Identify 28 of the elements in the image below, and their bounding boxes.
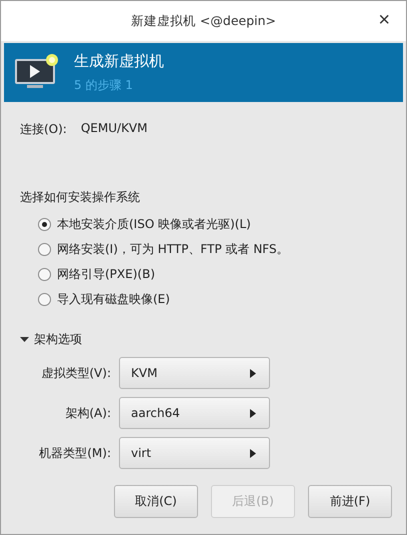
caret-icon xyxy=(250,368,256,378)
dialog-button[interactable]: 取消(C) xyxy=(114,485,198,518)
install-method-heading: 选择如何安装操作系统 xyxy=(20,189,141,206)
radio-option[interactable]: 导入现有磁盘映像(E) xyxy=(38,287,406,312)
window-title: 新建虚拟机 <@deepin> xyxy=(130,12,276,30)
banner-title: 生成新虚拟机 xyxy=(74,52,164,70)
radio-option[interactable]: 网络引导(PXE)(B) xyxy=(38,262,406,287)
dialog-button[interactable]: 前进(F) xyxy=(308,485,392,518)
step-indicator: 5 的步骤 1 xyxy=(74,76,134,94)
radio-button[interactable] xyxy=(38,218,51,231)
field-label: 架构(A): xyxy=(64,404,111,422)
expander[interactable]: 架构选项 xyxy=(20,331,82,348)
field-label: 虚拟类型(V): xyxy=(40,364,111,382)
radio-option[interactable]: 本地安装介质(ISO 映像或者光驱)(L) xyxy=(38,212,406,237)
close-button[interactable]: × xyxy=(374,9,394,31)
radio-button[interactable] xyxy=(38,243,51,256)
dropdown[interactable]: KVM xyxy=(119,357,270,389)
connection-value: QEMU/KVM xyxy=(80,121,148,137)
connection-label: 连接(O): xyxy=(20,121,67,138)
radio-button[interactable] xyxy=(38,268,51,281)
dropdown[interactable]: aarch64 xyxy=(119,397,270,429)
caret-icon xyxy=(20,335,29,344)
radio-option[interactable]: 网络安装(I)，可为 HTTP、FTP 或者 NFS。 xyxy=(38,237,406,262)
caret-icon xyxy=(250,408,256,418)
caret-icon xyxy=(250,448,256,458)
field-label: 机器类型(M): xyxy=(38,444,111,462)
radio-button[interactable] xyxy=(38,293,51,306)
dropdown[interactable]: virt xyxy=(119,437,270,469)
